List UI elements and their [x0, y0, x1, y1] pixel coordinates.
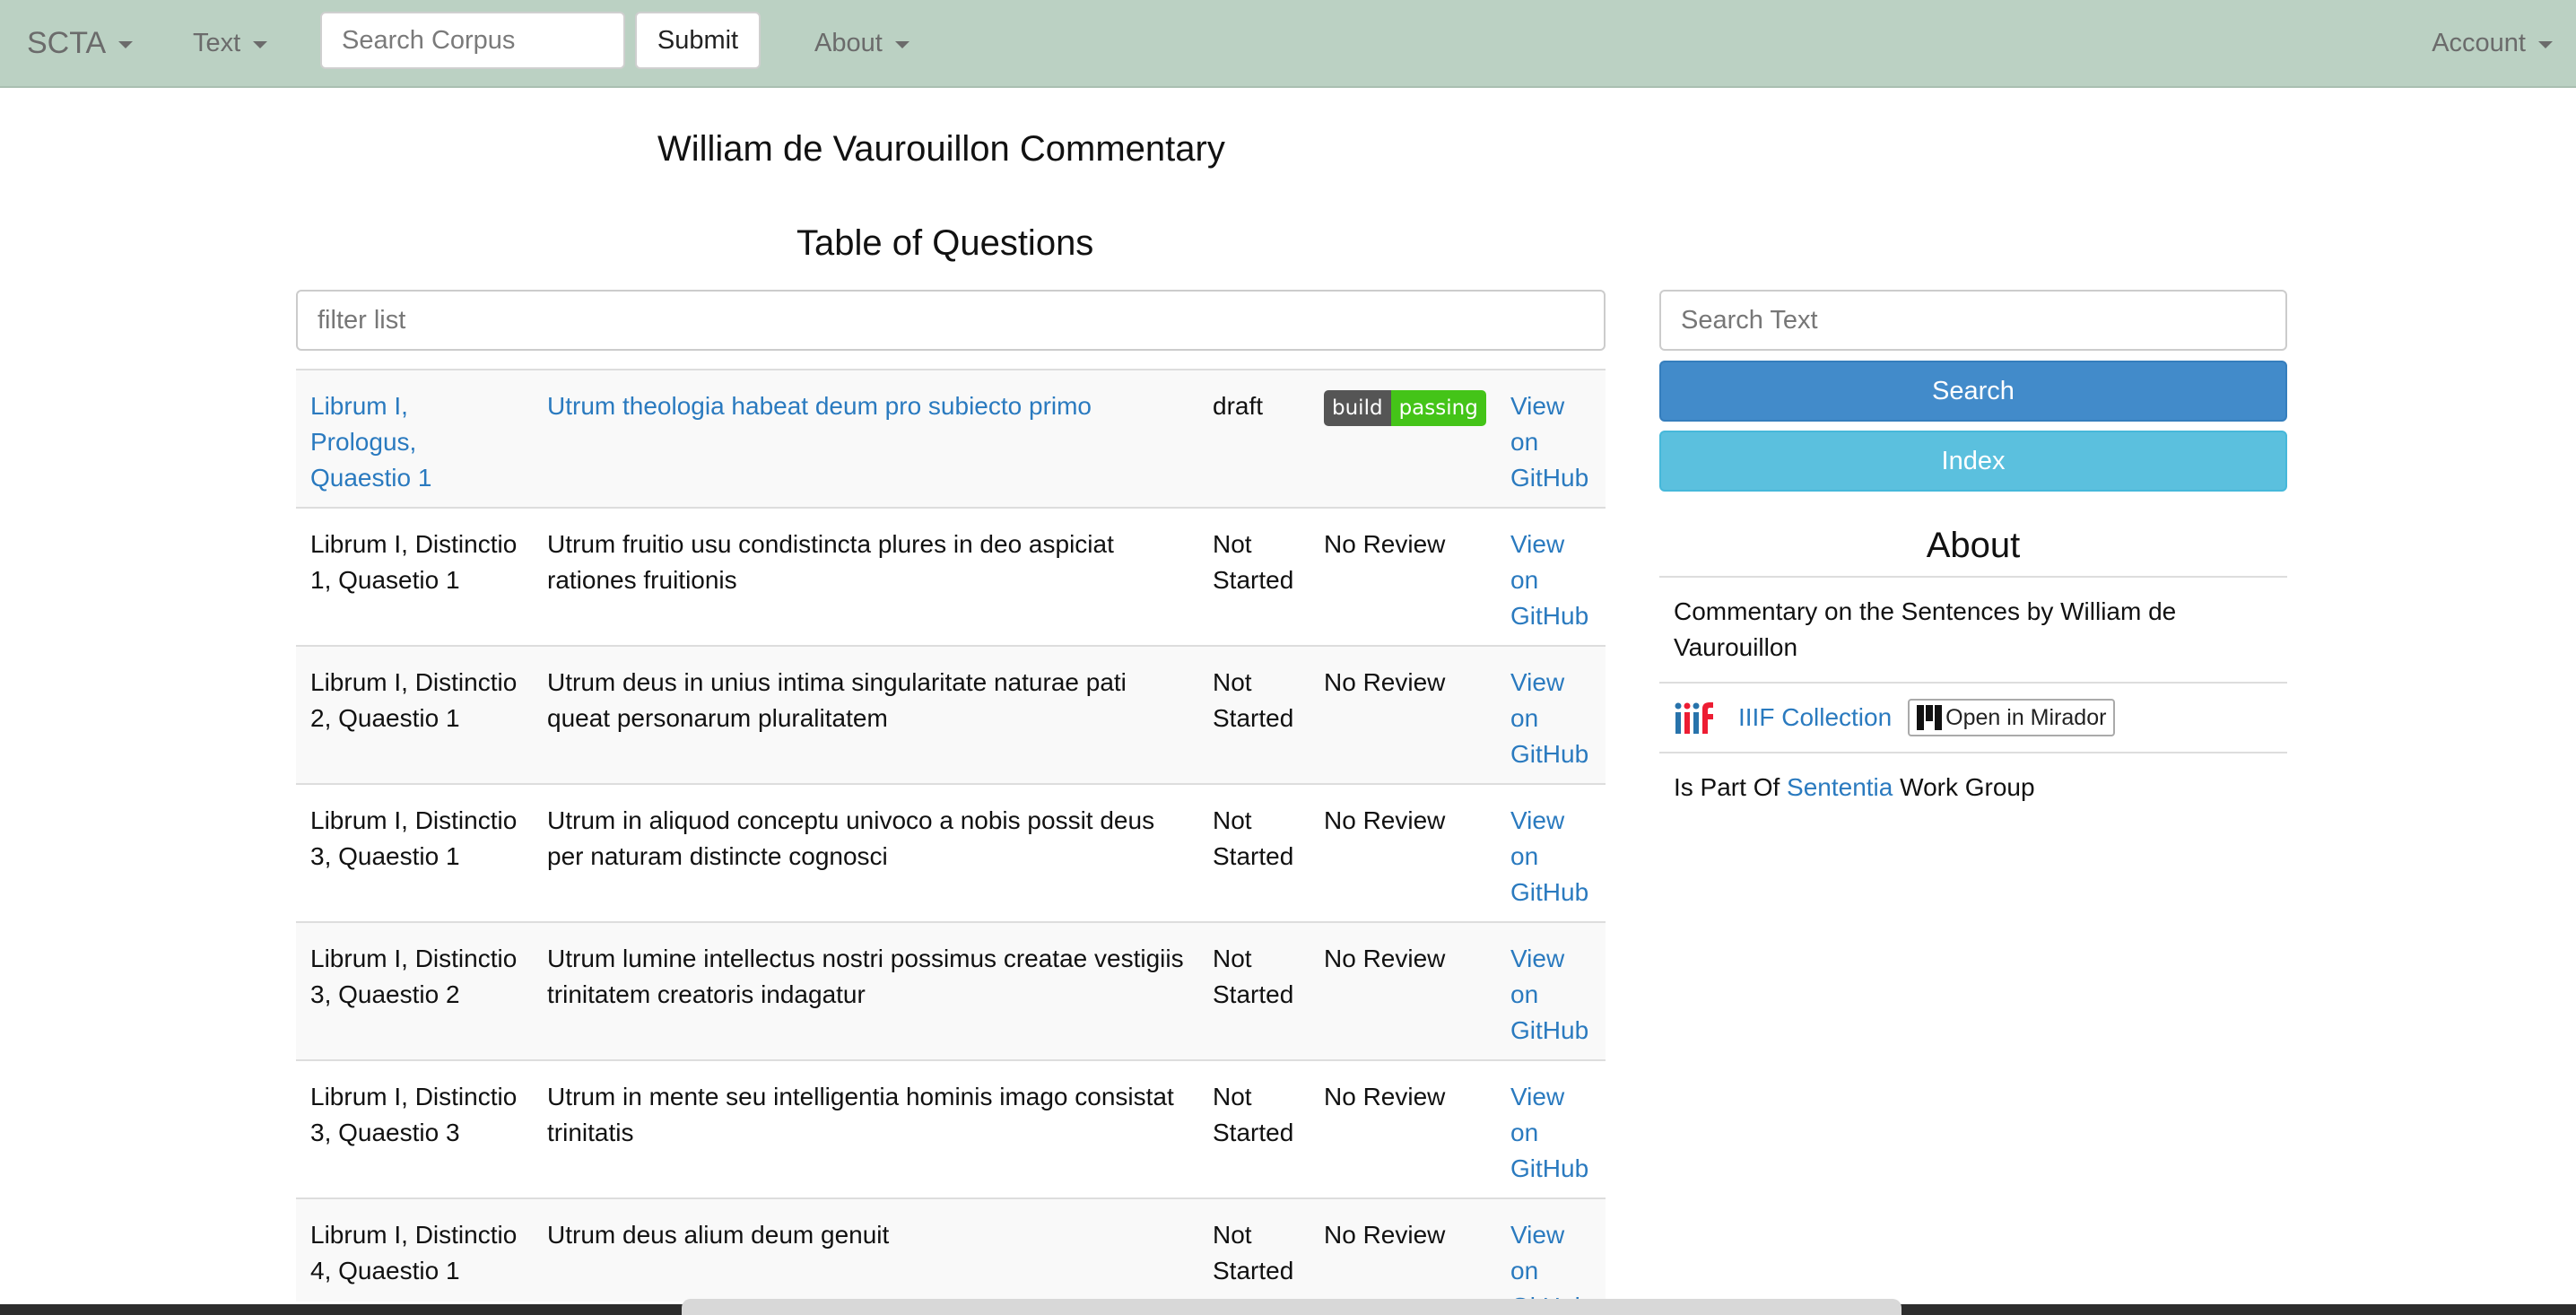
question-title: Utrum lumine intellectus nostri possimus…: [547, 945, 1184, 1008]
review-status: No Review: [1324, 945, 1446, 972]
questions-table-body: Librum I, Prologus, Quaestio 1 Utrum theo…: [296, 369, 1606, 1302]
part-of-suffix: Work Group: [1900, 773, 2035, 801]
about-heading: About: [1926, 526, 2021, 565]
question-title: Utrum in aliquod conceptu univoco a nobi…: [547, 806, 1155, 870]
caret-down-icon: [894, 41, 909, 48]
iiif-collection-link[interactable]: IIIF Collection: [1738, 700, 1892, 736]
index-button[interactable]: Index: [1659, 431, 2287, 492]
question-reference: Librum I, Distinctio 3, Quaestio 3: [310, 1083, 518, 1146]
search-corpus-input[interactable]: [320, 12, 625, 69]
bottom-scroll-tab: [682, 1299, 1902, 1315]
table-of-questions-heading: Table of Questions: [796, 223, 1094, 263]
review-status: No Review: [1324, 1221, 1446, 1249]
text-menu[interactable]: Text: [193, 0, 268, 86]
question-reference: Librum I, Distinctio 3, Quaestio 1: [310, 806, 518, 870]
view-on-github-link[interactable]: View on GitHub: [1510, 1221, 1588, 1302]
iiif-row: IIIF Collection Open in Mirador: [1659, 682, 2287, 752]
brand-label: SCTA: [27, 25, 107, 60]
page-title: William de Vaurouillon Commentary: [657, 129, 1225, 169]
badge-label: build: [1324, 390, 1391, 426]
open-in-mirador-label: Open in Mirador: [1945, 705, 2107, 730]
view-on-github-link[interactable]: View on GitHub: [1510, 806, 1588, 906]
brand-menu[interactable]: SCTA: [27, 0, 134, 86]
text-menu-label: Text: [193, 28, 241, 57]
review-status: No Review: [1324, 806, 1446, 834]
question-status: Not Started: [1213, 806, 1294, 870]
view-on-github-link[interactable]: View on GitHub: [1510, 392, 1588, 492]
caret-down-icon: [2538, 41, 2553, 48]
mirador-icon: [1917, 705, 1943, 730]
question-title: Utrum fruitio usu condistincta plures in…: [547, 530, 1114, 594]
table-row: Librum I, Distinctio 1, Quasetio 1 Utrum …: [296, 507, 1606, 646]
question-status: Not Started: [1213, 945, 1294, 1008]
search-text-input[interactable]: [1659, 290, 2287, 351]
view-on-github-link[interactable]: View on GitHub: [1510, 530, 1588, 630]
iiif-logo-icon: [1675, 702, 1713, 734]
part-of-prefix: Is Part Of: [1674, 773, 1780, 801]
question-title: Utrum deus alium deum genuit: [547, 1221, 890, 1249]
table-row: Librum I, Distinctio 4, Quaestio 1 Utrum …: [296, 1197, 1606, 1302]
part-of-row: Is Part Of Sententia Work Group: [1659, 752, 2287, 822]
question-reference: Librum I, Distinctio 2, Quaestio 1: [310, 668, 518, 732]
questions-table: Librum I, Prologus, Quaestio 1 Utrum theo…: [296, 369, 1606, 1302]
submit-button[interactable]: Submit: [635, 12, 761, 69]
search-button[interactable]: Search: [1659, 361, 2287, 422]
filter-list-input[interactable]: [296, 290, 1606, 351]
question-title: Utrum in mente seu intelligentia hominis…: [547, 1083, 1174, 1146]
questions-table-container: Librum I, Prologus, Quaestio 1 Utrum theo…: [296, 369, 1606, 1302]
review-status: No Review: [1324, 1083, 1446, 1110]
open-in-mirador-button[interactable]: Open in Mirador: [1908, 699, 2116, 736]
review-status: No Review: [1324, 530, 1446, 558]
about-menu-label: About: [814, 28, 883, 57]
about-menu[interactable]: About: [814, 0, 909, 86]
view-on-github-link[interactable]: View on GitHub: [1510, 1083, 1588, 1182]
badge-value: passing: [1390, 390, 1486, 426]
question-status: draft: [1213, 392, 1264, 420]
question-status: Not Started: [1213, 1083, 1294, 1146]
caret-down-icon: [253, 41, 268, 48]
account-menu-label: Account: [2432, 28, 2526, 57]
view-on-github-link[interactable]: View on GitHub: [1510, 668, 1588, 768]
table-row: Librum I, Prologus, Quaestio 1 Utrum theo…: [296, 369, 1606, 508]
account-menu[interactable]: Account: [2432, 0, 2553, 86]
table-row: Librum I, Distinctio 3, Quaestio 1 Utrum …: [296, 783, 1606, 922]
question-reference: Librum I, Distinctio 4, Quaestio 1: [310, 1221, 518, 1285]
about-description: Commentary on the Sentences by William d…: [1659, 576, 2287, 682]
table-row: Librum I, Distinctio 3, Quaestio 2 Utrum …: [296, 921, 1606, 1060]
question-reference[interactable]: Librum I, Prologus, Quaestio 1: [310, 392, 431, 492]
question-status: Not Started: [1213, 668, 1294, 732]
review-status: No Review: [1324, 668, 1446, 696]
question-reference: Librum I, Distinctio 3, Quaestio 2: [310, 945, 518, 1008]
about-list: Commentary on the Sentences by William d…: [1659, 576, 2287, 822]
table-row: Librum I, Distinctio 2, Quaestio 1 Utrum …: [296, 645, 1606, 784]
question-title: Utrum deus in unius intima singularitate…: [547, 668, 1127, 732]
question-reference: Librum I, Distinctio 1, Quasetio 1: [310, 530, 518, 594]
caret-down-icon: [118, 41, 134, 48]
question-status: Not Started: [1213, 1221, 1294, 1285]
navbar: SCTA Text Submit About Account: [0, 0, 2576, 88]
sententia-link[interactable]: Sententia: [1787, 773, 1893, 801]
question-status: Not Started: [1213, 530, 1294, 594]
view-on-github-link[interactable]: View on GitHub: [1510, 945, 1588, 1044]
question-title[interactable]: Utrum theologia habeat deum pro subiecto…: [547, 392, 1092, 420]
table-row: Librum I, Distinctio 3, Quaestio 3 Utrum …: [296, 1059, 1606, 1198]
build-status-badge[interactable]: build passing: [1324, 390, 1486, 426]
